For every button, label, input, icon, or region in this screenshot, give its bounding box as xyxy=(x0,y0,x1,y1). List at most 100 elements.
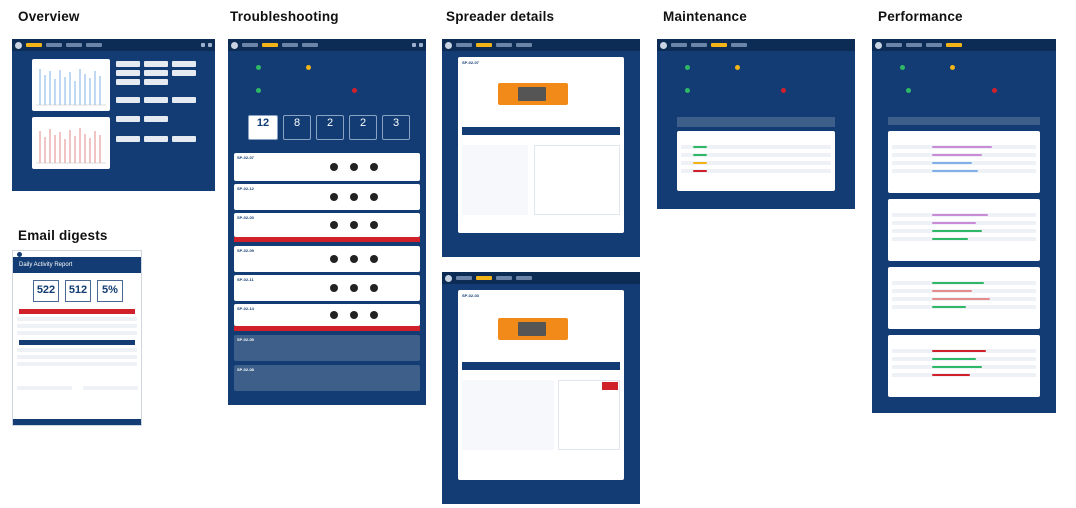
table-row[interactable] xyxy=(892,357,1036,361)
table-row[interactable] xyxy=(892,305,1036,309)
tab-troubleshooting[interactable] xyxy=(476,276,492,280)
stat-tile[interactable]: 3 xyxy=(382,115,410,140)
performance-filter-tabs[interactable] xyxy=(888,117,1040,125)
stat-tile[interactable]: 8 xyxy=(283,115,311,140)
filter-chip[interactable] xyxy=(144,136,168,142)
table-row[interactable] xyxy=(892,221,1036,225)
tab-overview[interactable] xyxy=(456,43,472,47)
map-marker-ok[interactable] xyxy=(256,88,261,93)
table-row[interactable] xyxy=(892,169,1036,173)
heading-troubleshooting: Troubleshooting xyxy=(230,9,339,24)
map-marker-ok[interactable] xyxy=(256,65,261,70)
filter-chip[interactable] xyxy=(116,61,140,67)
tab-overview[interactable] xyxy=(671,43,687,47)
tab-performance[interactable] xyxy=(86,43,102,47)
map-marker-warning[interactable] xyxy=(735,65,740,70)
filter-chip[interactable] xyxy=(144,70,168,76)
table-row[interactable] xyxy=(892,213,1036,217)
map-marker-alert[interactable] xyxy=(992,88,997,93)
heading-maintenance: Maintenance xyxy=(663,9,747,24)
settings-icon[interactable] xyxy=(208,43,212,47)
tab-troubleshooting[interactable] xyxy=(476,43,492,47)
tab-overview[interactable] xyxy=(886,43,902,47)
table-row[interactable] xyxy=(892,289,1036,293)
parameter-detail xyxy=(558,380,620,450)
filter-chip[interactable] xyxy=(144,79,168,85)
spreader-card[interactable]: SP-02-07 xyxy=(234,153,420,181)
filter-chip[interactable] xyxy=(116,70,140,76)
tab-maintenance[interactable] xyxy=(711,43,727,47)
table-row[interactable] xyxy=(892,297,1036,301)
filter-chip[interactable] xyxy=(116,79,140,85)
map-marker-alert[interactable] xyxy=(781,88,786,93)
filter-chip[interactable] xyxy=(172,70,196,76)
tab-maintenance[interactable] xyxy=(282,43,298,47)
spreader-card[interactable]: SP-02-14 xyxy=(234,304,420,326)
status-dial-icon xyxy=(350,284,358,292)
table-row[interactable] xyxy=(892,349,1036,353)
map-marker-ok[interactable] xyxy=(685,88,690,93)
filter-chip[interactable] xyxy=(172,61,196,67)
logo-icon xyxy=(660,41,667,49)
filter-chip[interactable] xyxy=(116,136,140,142)
tab-overview[interactable] xyxy=(26,43,42,47)
spreader-card[interactable]: SP-02-08 xyxy=(234,365,420,391)
table-row[interactable] xyxy=(892,373,1036,377)
map-marker-warning[interactable] xyxy=(950,65,955,70)
filter-chip[interactable] xyxy=(116,116,140,122)
spreader-card[interactable]: SP-02-09 xyxy=(234,246,420,272)
table-row[interactable] xyxy=(681,145,831,149)
tab-maintenance[interactable] xyxy=(66,43,82,47)
table-row[interactable] xyxy=(892,229,1036,233)
map-marker-ok[interactable] xyxy=(900,65,905,70)
filter-chip[interactable] xyxy=(144,61,168,67)
table-row[interactable] xyxy=(681,161,831,165)
tab-performance[interactable] xyxy=(946,43,962,47)
filter-chip[interactable] xyxy=(116,97,140,103)
tab-troubleshooting[interactable] xyxy=(262,43,278,47)
maintenance-tabs[interactable] xyxy=(677,117,835,127)
table-row[interactable] xyxy=(892,161,1036,165)
tab-performance[interactable] xyxy=(731,43,747,47)
spreader-card[interactable]: SP-02-11 xyxy=(234,275,420,301)
tab-bar[interactable] xyxy=(462,127,620,135)
map-marker-warning[interactable] xyxy=(306,65,311,70)
tab-troubleshooting[interactable] xyxy=(906,43,922,47)
tab-bar[interactable] xyxy=(462,362,620,370)
stat-tile[interactable]: 2 xyxy=(316,115,344,140)
table-row[interactable] xyxy=(892,237,1036,241)
table-row[interactable] xyxy=(892,153,1036,157)
search-icon[interactable] xyxy=(201,43,205,47)
filter-chip[interactable] xyxy=(172,136,196,142)
email-digest-screenshot: Daily Activity Report 522 512 5% xyxy=(12,250,142,426)
tab-performance[interactable] xyxy=(516,43,532,47)
filter-chip[interactable] xyxy=(172,97,196,103)
tab-troubleshooting[interactable] xyxy=(691,43,707,47)
spreader-card[interactable]: SP-02-12 xyxy=(234,184,420,210)
map-marker-ok[interactable] xyxy=(906,88,911,93)
tab-troubleshooting[interactable] xyxy=(46,43,62,47)
tab-maintenance[interactable] xyxy=(496,276,512,280)
stat-tile[interactable]: 12 xyxy=(248,115,278,140)
tab-performance[interactable] xyxy=(302,43,318,47)
tab-maintenance[interactable] xyxy=(496,43,512,47)
filter-chip[interactable] xyxy=(144,97,168,103)
tab-performance[interactable] xyxy=(516,276,532,280)
filter-chip[interactable] xyxy=(144,116,168,122)
table-row[interactable] xyxy=(681,153,831,157)
map-marker-ok[interactable] xyxy=(685,65,690,70)
spreader-card[interactable]: SP-02-05 xyxy=(234,335,420,361)
table-row[interactable] xyxy=(892,281,1036,285)
tab-maintenance[interactable] xyxy=(926,43,942,47)
spreader-card[interactable]: SP-02-03 xyxy=(234,213,420,237)
logo-icon xyxy=(445,274,452,282)
stat-tile[interactable]: 2 xyxy=(349,115,377,140)
table-row[interactable] xyxy=(892,365,1036,369)
tab-overview[interactable] xyxy=(242,43,258,47)
tab-overview[interactable] xyxy=(456,276,472,280)
settings-icon[interactable] xyxy=(419,43,423,47)
map-marker-alert[interactable] xyxy=(352,88,357,93)
search-icon[interactable] xyxy=(412,43,416,47)
table-row[interactable] xyxy=(892,145,1036,149)
table-row[interactable] xyxy=(681,169,831,173)
